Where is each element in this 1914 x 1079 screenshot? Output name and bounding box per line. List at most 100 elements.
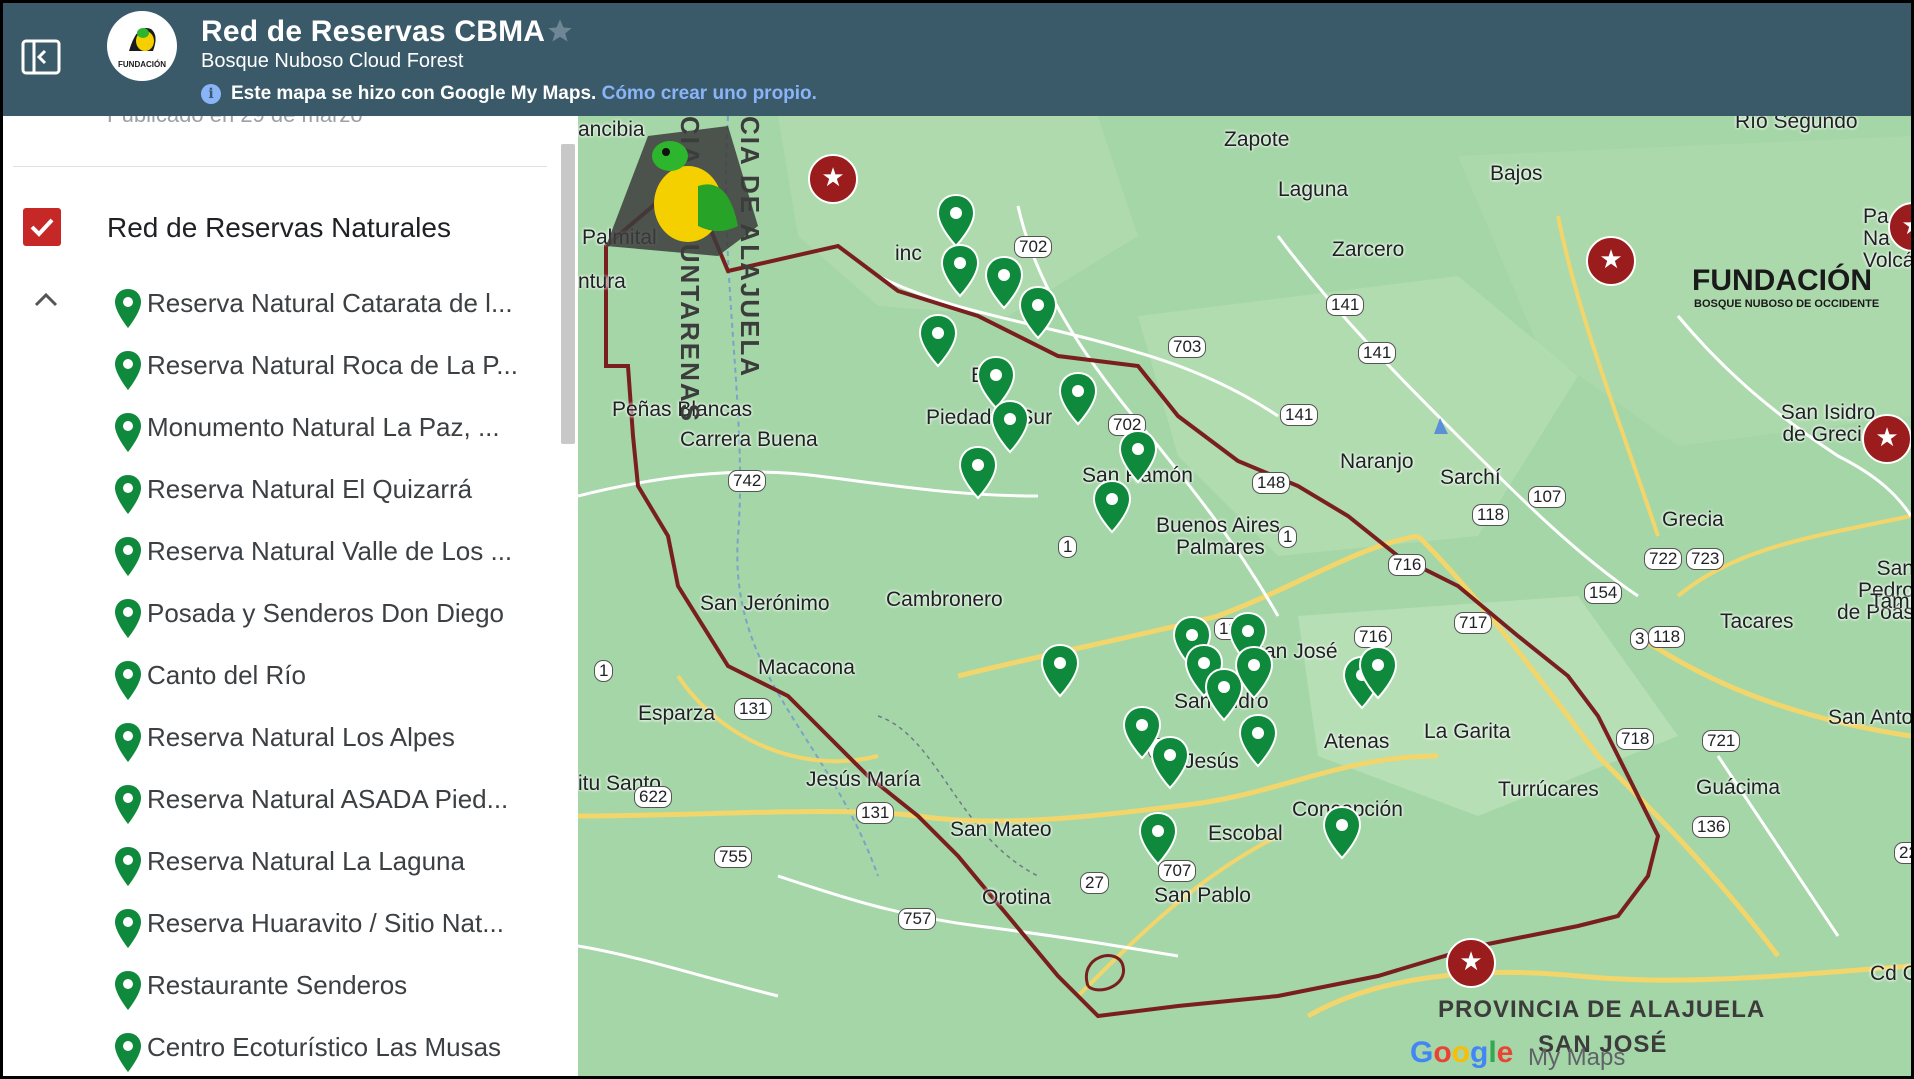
place-label: Turrúcares bbox=[1498, 778, 1599, 801]
layer-title: Red de Reservas Naturales bbox=[107, 212, 451, 243]
map-pin-icon[interactable] bbox=[1358, 646, 1398, 700]
list-item-label: Reserva Natural Los Alpes bbox=[147, 722, 455, 752]
star-icon: ★ bbox=[1459, 946, 1483, 976]
map-pin-icon[interactable] bbox=[958, 446, 998, 500]
list-item[interactable]: Reserva Natural La Laguna bbox=[113, 842, 553, 890]
app-window: FUNDACIÓN Red de Reservas CBMA Bosque Nu… bbox=[3, 3, 1911, 1076]
legend-panel: Publicado en 29 de marzo Red de Reservas… bbox=[3, 116, 578, 1076]
route-shield: 131 bbox=[734, 698, 773, 720]
place-label: Buenos Aires bbox=[1156, 514, 1280, 537]
list-item[interactable]: Reserva Natural Los Alpes bbox=[113, 718, 553, 766]
map-pin-icon bbox=[115, 1033, 141, 1072]
route-shield: 716 bbox=[1388, 554, 1427, 576]
route-shield: 702 bbox=[1014, 236, 1053, 258]
place-label: Cd Co bbox=[1870, 962, 1911, 985]
list-item[interactable]: Reserva Natural Catarata de l... bbox=[113, 284, 553, 332]
map-pin-icon[interactable] bbox=[1092, 480, 1132, 534]
route-shield: 716 bbox=[1354, 626, 1393, 648]
list-item[interactable]: Restaurante Senderos bbox=[113, 966, 553, 1014]
divider bbox=[13, 166, 547, 167]
list-item-label: Reserva Natural Valle de Los ... bbox=[147, 536, 513, 566]
route-shield: 1 bbox=[594, 660, 614, 682]
route-shield: 742 bbox=[728, 470, 767, 492]
route-shield: 148 bbox=[1252, 472, 1291, 494]
place-label: Grecia bbox=[1662, 508, 1724, 531]
logo-subtext: BOSQUE NUBOSO DE OCCIDENTE bbox=[1694, 298, 1880, 310]
map-pin-icon[interactable] bbox=[940, 244, 980, 298]
list-item-label: Reserva Huaravito / Sitio Nat... bbox=[147, 908, 504, 938]
route-shield: 721 bbox=[1702, 730, 1741, 752]
info-line: i Este mapa se hizo con Google My Maps. C… bbox=[201, 83, 817, 105]
route-shield: 136 bbox=[1692, 816, 1731, 838]
map-pin-icon[interactable] bbox=[1322, 806, 1362, 860]
route-shield: 1 bbox=[1278, 526, 1298, 548]
place-label: Río Segundo bbox=[1735, 116, 1858, 133]
list-item[interactable]: Reserva Natural Roca de La P... bbox=[113, 346, 553, 394]
route-shield: 717 bbox=[1454, 612, 1493, 634]
map-subtitle: Bosque Nuboso Cloud Forest bbox=[201, 50, 464, 72]
star-icon: ★ bbox=[1890, 210, 1911, 241]
route-shield: 107 bbox=[1528, 486, 1567, 508]
map-pin-icon bbox=[115, 599, 141, 638]
star-icon[interactable] bbox=[546, 17, 574, 45]
map-pin-icon bbox=[115, 351, 141, 390]
list-item-label: Reserva Natural Roca de La P... bbox=[147, 350, 518, 380]
map-pin-icon bbox=[115, 413, 141, 452]
place-label: Naranjo bbox=[1340, 450, 1414, 473]
route-shield: 755 bbox=[714, 846, 753, 868]
map-pin-icon bbox=[115, 971, 141, 1010]
list-item-label: Monumento Natural La Paz, ... bbox=[147, 412, 500, 442]
route-shield: 1 bbox=[1058, 536, 1078, 558]
map-pin-icon bbox=[115, 847, 141, 886]
map-pin-icon[interactable] bbox=[1040, 644, 1080, 698]
map-pin-icon[interactable] bbox=[1058, 372, 1098, 426]
place-label: Carrera Buena bbox=[680, 428, 818, 451]
fundacion-logo: FUNDACIÓN bbox=[107, 11, 177, 81]
place-label: San Jerónimo bbox=[700, 592, 830, 615]
map-pin-icon bbox=[115, 909, 141, 948]
list-item[interactable]: Monumento Natural La Paz, ... bbox=[113, 408, 553, 456]
list-item[interactable]: Reserva Huaravito / Sitio Nat... bbox=[113, 904, 553, 952]
list-item-label: Reserva Natural ASADA Pied... bbox=[147, 784, 509, 814]
map-pin-icon[interactable] bbox=[1118, 430, 1158, 484]
list-item[interactable]: Reserva Natural Valle de Los ... bbox=[113, 532, 553, 580]
place-label: Jesús María bbox=[806, 768, 921, 791]
star-marker[interactable]: ★ bbox=[1586, 236, 1636, 286]
place-label: Tamb bbox=[1870, 590, 1911, 613]
list-item[interactable]: Reserva Natural ASADA Pied... bbox=[113, 780, 553, 828]
list-item[interactable]: Canto del Río bbox=[113, 656, 553, 704]
map-pin-icon[interactable] bbox=[918, 314, 958, 368]
layer-checkbox[interactable] bbox=[23, 208, 61, 246]
info-link[interactable]: Cómo crear uno propio. bbox=[602, 83, 817, 104]
map-pin-icon[interactable] bbox=[1234, 646, 1274, 700]
star-marker[interactable]: ★ bbox=[1862, 414, 1911, 464]
route-shield: 757 bbox=[898, 908, 937, 930]
info-icon: i bbox=[201, 83, 221, 104]
map-pin-icon[interactable] bbox=[1238, 714, 1278, 768]
place-label: La Garita bbox=[1424, 720, 1511, 743]
map-pin-icon[interactable] bbox=[936, 194, 976, 248]
list-item[interactable]: Posada y Senderos Don Diego bbox=[113, 594, 553, 642]
star-marker[interactable]: ★ bbox=[1446, 938, 1496, 988]
list-item[interactable]: Reserva Natural El Quizarrá bbox=[113, 470, 553, 518]
list-item-label: Posada y Senderos Don Diego bbox=[147, 598, 505, 628]
place-label: San Anto bbox=[1828, 706, 1911, 729]
map-pin-icon[interactable] bbox=[1018, 286, 1058, 340]
panel-scrollbar[interactable] bbox=[561, 144, 575, 444]
list-item-label: Reserva Natural El Quizarrá bbox=[147, 474, 473, 504]
panel-toggle-icon[interactable] bbox=[21, 38, 61, 76]
star-icon: ★ bbox=[821, 162, 845, 192]
map-canvas[interactable]: ancibia Zapote Laguna Bajos Palmital Zar… bbox=[578, 116, 1911, 1076]
list-item[interactable]: Centro Ecoturístico Las Musas bbox=[113, 1028, 553, 1076]
map-pin-icon[interactable] bbox=[1150, 736, 1190, 790]
list-item-label: Centro Ecoturístico Las Musas bbox=[147, 1032, 502, 1062]
list-item-label: Reserva Natural La Laguna bbox=[147, 846, 465, 876]
chevron-up-icon[interactable] bbox=[33, 290, 59, 308]
place-label: Orotina bbox=[982, 886, 1051, 909]
route-shield: 703 bbox=[1168, 336, 1207, 358]
place-label: Zapote bbox=[1224, 128, 1290, 151]
svg-text:FUNDACIÓN: FUNDACIÓN bbox=[118, 60, 166, 69]
mymaps-label: My Maps bbox=[1528, 1044, 1626, 1071]
star-marker[interactable]: ★ bbox=[808, 154, 858, 204]
map-pin-icon[interactable] bbox=[1138, 812, 1178, 866]
